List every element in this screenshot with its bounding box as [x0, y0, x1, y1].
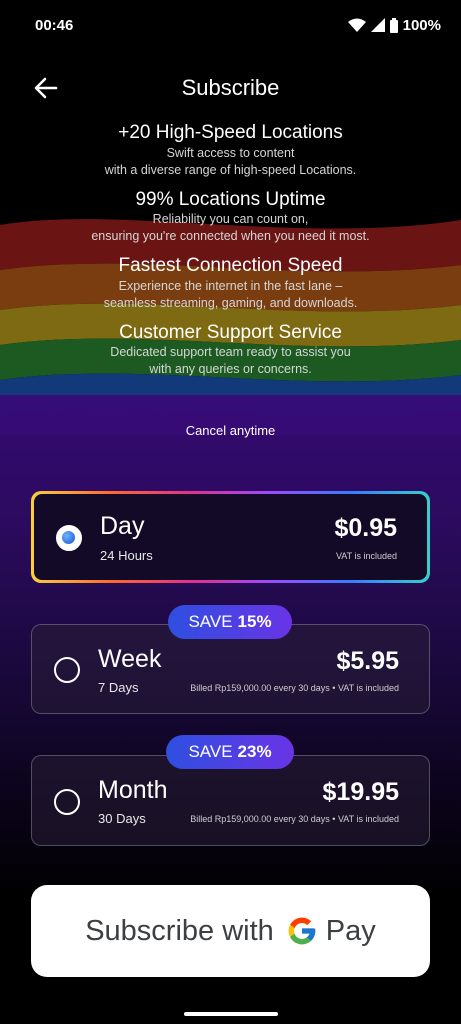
- feature-desc-line1: Reliability you can count on,: [152, 212, 309, 227]
- plan-name: Day: [100, 512, 145, 540]
- feature-title: 99% Locations Uptime: [135, 188, 326, 210]
- feature-uptime: 99% Locations Uptime Reliability you can…: [0, 189, 461, 246]
- signal-icon: [370, 18, 385, 32]
- header: Subscribe: [0, 60, 461, 116]
- plan-day-inner: Day 24 Hours $0.95 VAT is included: [34, 494, 427, 580]
- feature-speed: Fastest Connection Speed Experience the …: [0, 255, 461, 312]
- plan-price: $19.95: [322, 778, 399, 806]
- plan-duration: 24 Hours: [100, 548, 153, 563]
- subscribe-google-pay-button[interactable]: Subscribe with Pay: [31, 885, 430, 977]
- feature-desc-line2: seamless streaming, gaming, and download…: [103, 295, 358, 310]
- plan-day[interactable]: Day 24 Hours $0.95 VAT is included: [31, 491, 430, 583]
- feature-desc-line2: with a diverse range of high-speed Locat…: [104, 162, 357, 177]
- save-percent: 15%: [237, 612, 272, 631]
- save-badge-month: SAVE 23%: [166, 735, 294, 769]
- plan-duration: 7 Days: [98, 680, 139, 695]
- battery-icon: [389, 17, 398, 33]
- feature-support: Customer Support Service Dedicated suppo…: [0, 322, 461, 379]
- feature-title: Customer Support Service: [119, 321, 342, 343]
- page-title: Subscribe: [181, 75, 280, 100]
- status-time: 00:46: [35, 16, 74, 34]
- plan-price: $5.95: [336, 647, 399, 675]
- feature-desc-line2: ensuring you're connected when you need …: [91, 229, 370, 244]
- save-label: SAVE: [188, 742, 233, 761]
- radio-unselected-icon[interactable]: [54, 657, 80, 683]
- radio-selected-icon[interactable]: [56, 525, 82, 551]
- feature-locations: +20 High-Speed Locations Swift access to…: [0, 122, 461, 179]
- plan-duration: 30 Days: [98, 811, 146, 826]
- feature-desc-line1: Dedicated support team ready to assist y…: [110, 345, 351, 360]
- feature-desc-line1: Swift access to content: [166, 145, 295, 160]
- status-icons: 100%: [347, 16, 441, 34]
- radio-unselected-icon[interactable]: [54, 789, 80, 815]
- feature-desc-line1: Experience the internet in the fast lane…: [118, 278, 343, 293]
- back-arrow-icon[interactable]: [32, 74, 60, 102]
- plan-month-inner: Month 30 Days $19.95 Billed Rp159,000.00…: [32, 756, 429, 845]
- plan-note: Billed Rp159,000.00 every 30 days • VAT …: [190, 683, 399, 693]
- wifi-icon: [347, 18, 366, 32]
- plan-note: VAT is included: [335, 551, 397, 561]
- status-bar: 00:46 100%: [0, 0, 461, 50]
- plan-note: Billed Rp159,000.00 every 30 days • VAT …: [190, 814, 399, 824]
- pay-button-prefix: Subscribe with: [85, 914, 274, 947]
- feature-title: Fastest Connection Speed: [118, 255, 343, 277]
- battery-percent: 100%: [402, 16, 441, 34]
- feature-title: +20 High-Speed Locations: [118, 122, 343, 143]
- save-label: SAVE: [188, 612, 233, 631]
- pay-button-brand: Pay: [325, 914, 376, 947]
- save-percent: 23%: [237, 742, 272, 761]
- plan-name: Month: [98, 776, 168, 804]
- plan-price: $0.95: [334, 514, 397, 542]
- plan-name: Week: [98, 645, 162, 673]
- save-badge-week: SAVE 15%: [168, 605, 292, 639]
- home-indicator[interactable]: [184, 1012, 278, 1016]
- features-list: +20 High-Speed Locations Swift access to…: [0, 122, 461, 388]
- feature-desc-line2: with any queries or concerns.: [149, 362, 312, 377]
- google-g-icon: [288, 917, 316, 945]
- cancel-anytime-text: Cancel anytime: [185, 423, 276, 438]
